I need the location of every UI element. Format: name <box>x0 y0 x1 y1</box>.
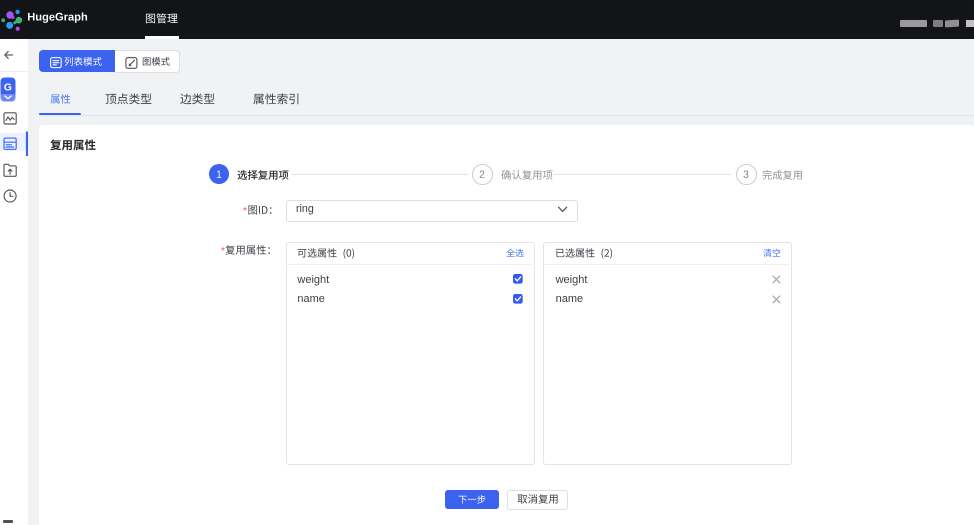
svg-text:G: G <box>4 82 12 93</box>
